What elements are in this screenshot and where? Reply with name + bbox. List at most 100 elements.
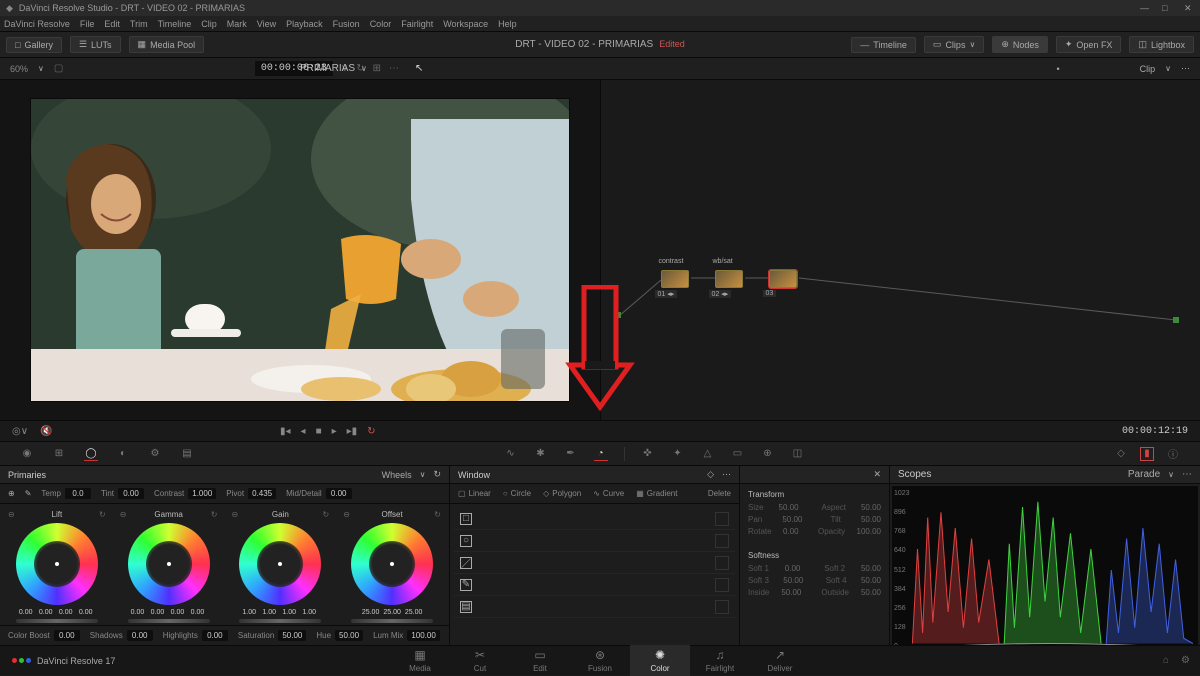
t-value[interactable]: 100.00 bbox=[857, 527, 881, 536]
pointer-icon[interactable]: ↖ bbox=[415, 63, 423, 74]
window-shape-icon[interactable]: □ bbox=[460, 513, 472, 525]
auto-balance-icon[interactable]: ⊕ bbox=[8, 489, 15, 498]
window-icon[interactable]: ◔ bbox=[594, 447, 608, 461]
window-slot[interactable] bbox=[715, 556, 729, 570]
wheel-value[interactable]: 0.00 bbox=[19, 609, 35, 616]
bypass-icon[interactable]: ◎∨ bbox=[12, 426, 28, 437]
t-value[interactable]: 0.00 bbox=[785, 564, 801, 573]
node-01[interactable] bbox=[661, 270, 689, 288]
node-editor[interactable]: contrast 01 ◂▸ wb/sat 02 ◂▸ 03 bbox=[600, 80, 1200, 420]
wheel-value[interactable]: 0.00 bbox=[39, 609, 55, 616]
scope-mode[interactable]: Parade bbox=[1128, 469, 1160, 480]
next-clip-button[interactable]: ▸▮ bbox=[347, 426, 358, 437]
scopes-icon[interactable]: ▮ bbox=[1140, 447, 1154, 461]
master-wheel-slider[interactable] bbox=[16, 619, 98, 623]
contrast-value[interactable]: 1.000 bbox=[188, 488, 216, 499]
t-value[interactable]: 50.00 bbox=[782, 515, 802, 524]
window-shape-icon[interactable]: ○ bbox=[460, 535, 472, 547]
wheel-value[interactable]: 1.00 bbox=[262, 609, 278, 616]
page-tab-fusion[interactable]: ⊛Fusion bbox=[570, 645, 630, 676]
picker-icon[interactable]: ✎ bbox=[25, 489, 32, 498]
wheel-value[interactable]: 0.00 bbox=[79, 609, 95, 616]
colorboost-value[interactable]: 0.00 bbox=[54, 630, 80, 641]
menu-view[interactable]: View bbox=[257, 19, 276, 29]
wheel-reset-icon[interactable]: ↻ bbox=[211, 510, 218, 519]
page-tab-edit[interactable]: ▭Edit bbox=[510, 645, 570, 676]
lummix-value[interactable]: 100.00 bbox=[407, 630, 439, 641]
menu-workspace[interactable]: Workspace bbox=[443, 19, 488, 29]
scope-display[interactable]: 10238967686405123842561280 bbox=[892, 486, 1198, 654]
t-value[interactable]: 50.00 bbox=[861, 576, 881, 585]
wheel-value[interactable]: 25.00 bbox=[383, 609, 401, 616]
menu-fusion[interactable]: Fusion bbox=[333, 19, 360, 29]
window-row[interactable]: ▤ bbox=[454, 596, 735, 618]
window-slot[interactable] bbox=[715, 512, 729, 526]
play-button[interactable]: ▸ bbox=[332, 426, 337, 437]
menu-help[interactable]: Help bbox=[498, 19, 517, 29]
menu-fairlight[interactable]: Fairlight bbox=[401, 19, 433, 29]
master-wheel-slider[interactable] bbox=[351, 619, 433, 623]
window-shape-icon[interactable]: ▤ bbox=[460, 601, 472, 613]
pivot-value[interactable]: 0.435 bbox=[248, 488, 276, 499]
wheel-lock-icon[interactable]: ⊖ bbox=[120, 510, 127, 519]
wheel-lock-icon[interactable]: ⊖ bbox=[8, 510, 15, 519]
color-wheels-icon[interactable]: ◯ bbox=[84, 447, 98, 461]
zoom-chevron[interactable]: ∨ bbox=[38, 64, 44, 73]
color-checker-icon[interactable]: ⊞ bbox=[52, 447, 66, 461]
wheel-value[interactable]: 0.00 bbox=[151, 609, 167, 616]
clips-button[interactable]: ▭Clips∨ bbox=[924, 36, 984, 53]
menu-davinci-resolve[interactable]: DaVinci Resolve bbox=[4, 19, 70, 29]
curves-icon[interactable]: ∿ bbox=[504, 447, 518, 461]
grid-icon[interactable]: ⊞ bbox=[373, 63, 381, 74]
rewind-button[interactable]: ◂ bbox=[301, 426, 306, 437]
shadows-value[interactable]: 0.00 bbox=[127, 630, 153, 641]
t-value[interactable]: 50.00 bbox=[781, 588, 801, 597]
home-icon[interactable]: ⌂ bbox=[1163, 655, 1169, 666]
menu-edit[interactable]: Edit bbox=[104, 19, 120, 29]
win-delete[interactable]: Delete bbox=[708, 489, 731, 498]
menu-playback[interactable]: Playback bbox=[286, 19, 323, 29]
menu-file[interactable]: File bbox=[80, 19, 95, 29]
wheel-reset-icon[interactable]: ↻ bbox=[99, 510, 106, 519]
wheel-value[interactable]: 25.00 bbox=[362, 609, 380, 616]
minimize-button[interactable]: — bbox=[1140, 3, 1150, 13]
blur-icon[interactable]: △ bbox=[701, 447, 715, 461]
wheel-value[interactable]: 0.00 bbox=[59, 609, 75, 616]
maximize-button[interactable]: □ bbox=[1162, 3, 1172, 13]
sizing-icon[interactable]: ⊕ bbox=[761, 447, 775, 461]
window-slot[interactable] bbox=[715, 534, 729, 548]
gallery-button[interactable]: □Gallery bbox=[6, 37, 62, 53]
t-value[interactable]: 50.00 bbox=[861, 564, 881, 573]
stop-button[interactable]: ■ bbox=[316, 426, 322, 437]
menu-clip[interactable]: Clip bbox=[201, 19, 217, 29]
wheel-value[interactable]: 1.00 bbox=[242, 609, 258, 616]
temp-value[interactable]: 0.0 bbox=[65, 488, 91, 499]
win-polygon[interactable]: ◇ Polygon bbox=[543, 489, 581, 498]
nodes-button[interactable]: ⊕Nodes bbox=[992, 36, 1048, 53]
menu-mark[interactable]: Mark bbox=[227, 19, 247, 29]
window-options-icon[interactable]: ⋯ bbox=[722, 469, 731, 480]
clip-selector-chevron[interactable]: ∨ bbox=[1165, 64, 1171, 73]
wheel-lock-icon[interactable]: ⊖ bbox=[343, 510, 350, 519]
color-wheel-gain[interactable] bbox=[239, 523, 321, 605]
win-linear[interactable]: ▢ Linear bbox=[458, 489, 491, 498]
menu-timeline[interactable]: Timeline bbox=[158, 19, 192, 29]
t-value[interactable]: 0.00 bbox=[783, 527, 799, 536]
master-wheel-slider[interactable] bbox=[239, 619, 321, 623]
win-curve[interactable]: ∿ Curve bbox=[593, 489, 624, 498]
node-02[interactable] bbox=[715, 270, 743, 288]
middetail-value[interactable]: 0.00 bbox=[326, 488, 352, 499]
color-wheel-offset[interactable] bbox=[351, 523, 433, 605]
wheel-value[interactable]: 0.00 bbox=[131, 609, 147, 616]
t-value[interactable]: 50.00 bbox=[861, 588, 881, 597]
color-warper-icon[interactable]: ✱ bbox=[534, 447, 548, 461]
window-shape-icon[interactable]: ✎ bbox=[460, 579, 472, 591]
t-value[interactable]: 50.00 bbox=[861, 503, 881, 512]
motion-effects-icon[interactable]: ▤ bbox=[180, 447, 194, 461]
page-tab-deliver[interactable]: ↗Deliver bbox=[750, 645, 810, 676]
wheel-value[interactable]: 0.00 bbox=[191, 609, 207, 616]
scope-options-icon[interactable]: ⋯ bbox=[1182, 469, 1192, 480]
menu-trim[interactable]: Trim bbox=[130, 19, 148, 29]
window-slot[interactable] bbox=[715, 578, 729, 592]
prev-clip-button[interactable]: ▮◂ bbox=[280, 426, 291, 437]
